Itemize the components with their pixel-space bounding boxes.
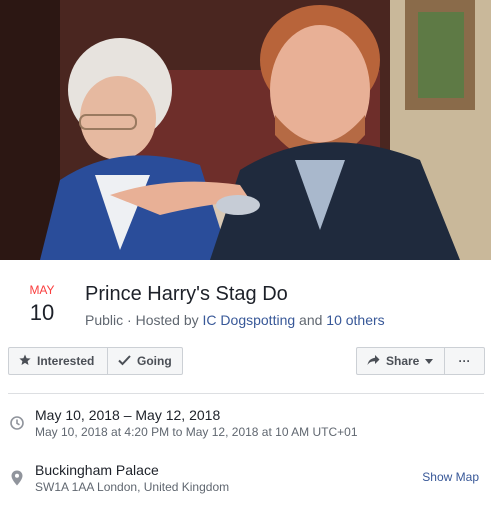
- event-date-badge: MAY 10: [20, 283, 64, 327]
- going-label: Going: [137, 354, 172, 368]
- event-subtitle: Public · Hosted by IC Dogspotting and 10…: [85, 311, 385, 329]
- hosted-by-prefix: Hosted by: [135, 312, 203, 328]
- event-date-range[interactable]: May 10, 2018 – May 12, 2018: [35, 407, 220, 424]
- share-label: Share: [386, 354, 420, 368]
- privacy-label: Public: [85, 312, 124, 328]
- location-address: SW1A 1AA London, United Kingdom: [35, 480, 230, 494]
- more-icon: ···: [458, 354, 471, 368]
- more-options-button[interactable]: ···: [444, 348, 484, 374]
- event-day: 10: [29, 300, 55, 325]
- clock-icon: [10, 416, 24, 435]
- share-button[interactable]: Share: [357, 348, 444, 374]
- others-link[interactable]: 10 others: [326, 312, 384, 328]
- share-arrow-icon: [367, 354, 380, 369]
- and-text: and: [295, 312, 327, 328]
- event-date-detail: May 10, 2018 at 4:20 PM to May 12, 2018 …: [35, 425, 358, 439]
- location-pin-icon: [11, 470, 23, 491]
- location-name[interactable]: Buckingham Palace: [35, 462, 159, 479]
- share-button-group: Share ···: [356, 347, 485, 375]
- interested-label: Interested: [37, 354, 95, 368]
- divider: [8, 393, 484, 394]
- cover-illustration: [0, 0, 491, 260]
- going-button[interactable]: Going: [107, 348, 182, 374]
- show-map-link[interactable]: Show Map: [422, 470, 479, 484]
- check-icon: [118, 354, 131, 369]
- chevron-down-icon: [425, 354, 434, 368]
- event-title: Prince Harry's Stag Do: [85, 283, 288, 305]
- interested-button[interactable]: Interested: [9, 348, 107, 374]
- event-month: MAY: [29, 283, 55, 297]
- host-link[interactable]: IC Dogspotting: [203, 312, 296, 328]
- event-cover-photo[interactable]: [0, 0, 491, 260]
- rsvp-button-group: Interested Going: [8, 347, 183, 375]
- star-icon: [19, 354, 31, 369]
- separator: ·: [123, 312, 136, 328]
